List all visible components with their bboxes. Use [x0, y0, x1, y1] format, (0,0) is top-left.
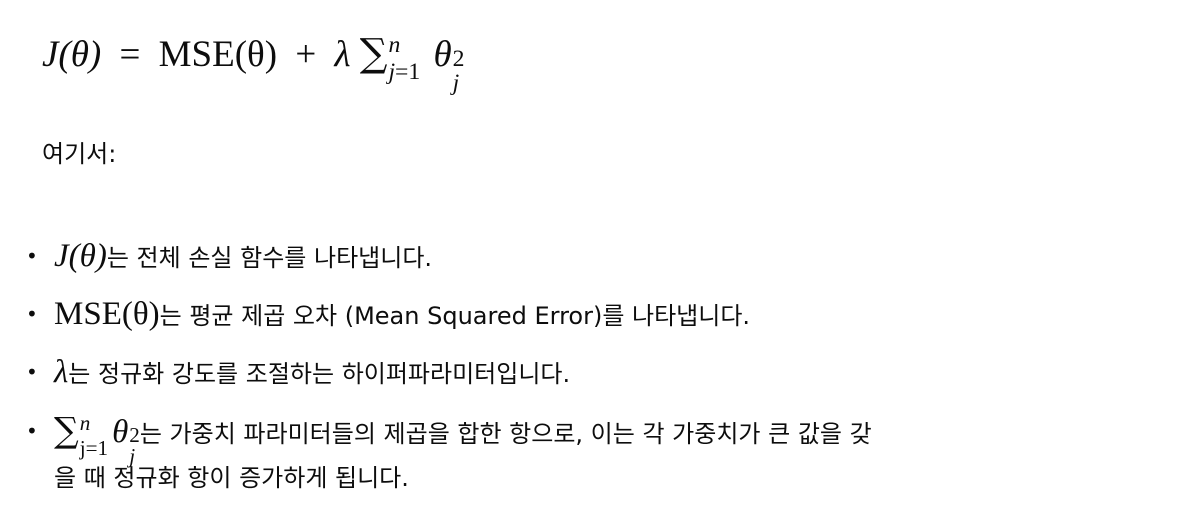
item-text: 는 가중치 파라미터들의 제곱을 합한 항으로, 이는 각 가중치가 큰 값을 …	[139, 420, 872, 448]
regularized-loss-formula: J(θ) = MSE(θ) + λ ∑ n j=1 θ2j	[42, 28, 465, 95]
list-item: • ∑ n j=1 θ 2 j 는 가중치 파라미터들의 제곱을 합한 항으로, 이는 각 …	[24, 402, 1164, 495]
sum-icon: ∑	[54, 411, 79, 451]
item-text: 는 평균 제곱 오차 (Mean Squared Error)를 나타냅니다.	[159, 302, 751, 330]
item-power: 2	[129, 423, 140, 447]
formula-sum-upper: n	[388, 31, 401, 58]
item-text: 는 전체 손실 함수를 나타냅니다.	[106, 244, 433, 272]
item-math-sum: ∑ n j=1 θ 2 j	[54, 411, 140, 467]
formula-theta-squared: θ2j	[433, 29, 464, 95]
item-sum-upper: n	[79, 411, 91, 436]
item-math: MSE(θ)	[54, 296, 160, 332]
formula-plus: +	[295, 34, 317, 75]
formula-sum-lower: j=1	[388, 58, 421, 85]
formula-lambda: λ	[334, 34, 351, 75]
list-item: • MSE(θ)는 평균 제곱 오차 (Mean Squared Error)를…	[24, 286, 1164, 344]
formula-lhs: J(θ)	[42, 34, 102, 75]
definition-list: • J(θ)는 전체 손실 함수를 나타냅니다. • MSE(θ)는 평균 제곱…	[24, 228, 1164, 495]
list-item: • λ는 정규화 강도를 조절하는 하이퍼파라미터입니다.	[24, 344, 1164, 402]
formula-mse: MSE(θ)	[158, 34, 278, 75]
formula-power: 2	[452, 46, 465, 72]
formula-sum-symbol: ∑	[359, 31, 388, 76]
formula-theta: θ	[433, 34, 452, 75]
item-theta: θ	[112, 414, 129, 450]
item-sum-lower: j=1	[79, 435, 109, 460]
item-math: λ	[54, 354, 69, 390]
formula-equals: =	[119, 34, 141, 75]
item-text-continued: 을 때 정규화 항이 증가하게 됩니다.	[54, 464, 409, 493]
list-item: • J(θ)는 전체 손실 함수를 나타냅니다.	[24, 228, 1164, 286]
intro-text: 여기서:	[42, 140, 117, 168]
bullet-icon: •	[26, 419, 38, 443]
formula-index: j	[452, 69, 460, 96]
bullet-icon: •	[26, 302, 38, 326]
bullet-icon: •	[26, 244, 38, 268]
bullet-icon: •	[26, 360, 38, 384]
item-text: 는 정규화 강도를 조절하는 하이퍼파라미터입니다.	[68, 360, 571, 388]
formula-sum-limits: n j=1	[388, 31, 421, 85]
item-theta-squared: θ2j	[112, 403, 140, 467]
item-math: J(θ)	[54, 238, 107, 274]
item-sum-limits: n j=1	[79, 411, 109, 460]
